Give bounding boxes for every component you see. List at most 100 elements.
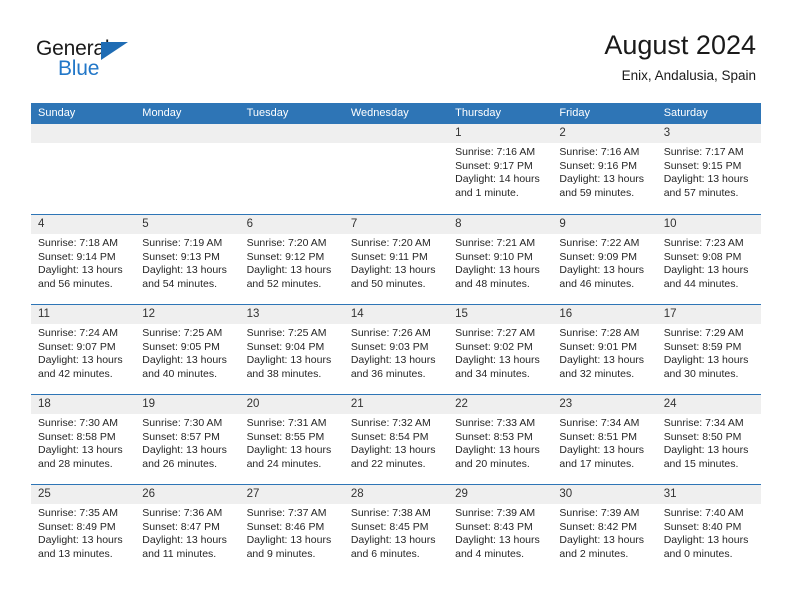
weekday-header-tuesday: Tuesday <box>246 107 289 119</box>
daylight-text-line1: Daylight: 13 hours <box>38 444 123 457</box>
calendar-day-cell[interactable]: 7 Sunrise: 7:20 AM Sunset: 9:11 PM Daylight… <box>343 215 449 304</box>
sunrise-text: Sunrise: 7:32 AM <box>350 417 431 429</box>
calendar-day-cell[interactable]: 23 Sunrise: 7:34 AM Sunset: 8:51 PM Dayligh… <box>552 395 657 484</box>
calendar-day-cell[interactable]: 17 Sunrise: 7:29 AM Sunset: 8:59 PM Dayligh… <box>656 305 761 394</box>
sunrise-text: Sunrise: 7:28 AM <box>559 327 640 339</box>
sunrise-text: Sunrise: 7:31 AM <box>246 417 327 429</box>
daylight-text-line2: and 59 minutes. <box>559 186 635 199</box>
calendar-day-cell[interactable]: 9 Sunrise: 7:22 AM Sunset: 9:09 PM Daylight… <box>552 215 657 304</box>
calendar-day-cell[interactable]: 12 Sunrise: 7:25 AM Sunset: 9:05 PM Dayligh… <box>135 305 240 394</box>
daylight-text-line1: Daylight: 13 hours <box>246 444 332 457</box>
calendar-day-cell-empty <box>135 124 240 214</box>
calendar-day-cell[interactable]: 2 Sunrise: 7:16 AM Sunset: 9:16 PM Daylight… <box>552 124 657 214</box>
sunset-text: Sunset: 9:03 PM <box>350 340 429 353</box>
calendar-day-cell[interactable]: 13 Sunrise: 7:25 AM Sunset: 9:04 PM Dayligh… <box>239 305 344 394</box>
calendar-day-cell[interactable]: 4 Sunrise: 7:18 AM Sunset: 9:14 PM Daylight… <box>31 215 136 304</box>
weekday-header-friday: Friday <box>559 107 590 119</box>
sunset-text: Sunset: 9:02 PM <box>455 340 533 353</box>
calendar-day-cell[interactable]: 10 Sunrise: 7:23 AM Sunset: 9:08 PM Dayligh… <box>656 215 761 304</box>
daylight-text-line2: and 22 minutes. <box>350 457 426 470</box>
calendar-day-cell[interactable]: 24 Sunrise: 7:34 AM Sunset: 8:50 PM Dayligh… <box>656 395 761 484</box>
day-details: Sunrise: 7:34 AM Sunset: 8:50 PM Daylight:… <box>657 414 761 471</box>
calendar-day-cell[interactable]: 1 Sunrise: 7:16 AM Sunset: 9:17 PM Daylight… <box>448 124 553 214</box>
daylight-text-line2: and 36 minutes. <box>350 367 426 380</box>
calendar-day-cell[interactable]: 6 Sunrise: 7:20 AM Sunset: 9:12 PM Daylight… <box>239 215 344 304</box>
calendar-day-cell[interactable]: 28 Sunrise: 7:38 AM Sunset: 8:45 PM Dayligh… <box>343 485 449 574</box>
calendar-day-cell[interactable]: 3 Sunrise: 7:17 AM Sunset: 9:15 PM Daylight… <box>656 124 761 214</box>
sunset-text: Sunset: 8:50 PM <box>663 430 742 443</box>
daylight-text-line2: and 6 minutes. <box>350 547 420 560</box>
calendar-day-cell[interactable]: 19 Sunrise: 7:30 AM Sunset: 8:57 PM Dayligh… <box>135 395 240 484</box>
daylight-text-line2: and 42 minutes. <box>38 367 113 380</box>
daylight-text-line1: Daylight: 13 hours <box>142 264 227 277</box>
day-details: Sunrise: 7:40 AM Sunset: 8:40 PM Daylight:… <box>657 504 761 561</box>
daylight-text-line1: Daylight: 13 hours <box>455 354 540 367</box>
calendar-day-cell[interactable]: 20 Sunrise: 7:31 AM Sunset: 8:55 PM Dayligh… <box>239 395 344 484</box>
day-details: Sunrise: 7:19 AM Sunset: 9:13 PM Daylight:… <box>135 234 239 291</box>
day-number: 9 <box>552 215 657 234</box>
sunrise-text: Sunrise: 7:24 AM <box>38 327 118 339</box>
daylight-text-line2: and 50 minutes. <box>350 277 426 290</box>
calendar-day-cell[interactable]: 26 Sunrise: 7:36 AM Sunset: 8:47 PM Dayligh… <box>135 485 240 574</box>
calendar-day-cell[interactable]: 15 Sunrise: 7:27 AM Sunset: 9:02 PM Dayligh… <box>448 305 553 394</box>
daylight-text-line2: and 26 minutes. <box>142 457 217 470</box>
day-details: Sunrise: 7:23 AM Sunset: 9:08 PM Daylight:… <box>657 234 761 291</box>
day-details: Sunrise: 7:16 AM Sunset: 9:16 PM Daylight:… <box>552 143 656 200</box>
daylight-text-line1: Daylight: 13 hours <box>663 444 749 457</box>
day-details: Sunrise: 7:20 AM Sunset: 9:12 PM Daylight:… <box>240 234 344 291</box>
day-number: 23 <box>552 395 657 414</box>
day-number: 20 <box>239 395 344 414</box>
calendar-day-cell[interactable]: 18 Sunrise: 7:30 AM Sunset: 8:58 PM Dayligh… <box>31 395 136 484</box>
sunrise-text: Sunrise: 7:17 AM <box>663 146 744 158</box>
day-number: 6 <box>239 215 344 234</box>
sunrise-text: Sunrise: 7:25 AM <box>142 327 223 339</box>
sunset-text: Sunset: 8:46 PM <box>246 520 325 533</box>
daylight-text-line2: and 0 minutes. <box>663 547 733 560</box>
calendar-day-cell[interactable]: 14 Sunrise: 7:26 AM Sunset: 9:03 PM Dayligh… <box>343 305 449 394</box>
calendar-day-cell[interactable]: 16 Sunrise: 7:28 AM Sunset: 9:01 PM Dayligh… <box>552 305 657 394</box>
day-details: Sunrise: 7:37 AM Sunset: 8:46 PM Daylight:… <box>240 504 344 561</box>
day-number <box>239 124 344 143</box>
calendar-day-cell[interactable]: 25 Sunrise: 7:35 AM Sunset: 8:49 PM Dayligh… <box>31 485 136 574</box>
calendar-day-cell[interactable]: 11 Sunrise: 7:24 AM Sunset: 9:07 PM Dayligh… <box>31 305 136 394</box>
daylight-text-line1: Daylight: 13 hours <box>350 534 436 547</box>
sunset-text: Sunset: 9:17 PM <box>455 159 533 172</box>
day-details: Sunrise: 7:38 AM Sunset: 8:45 PM Daylight:… <box>344 504 448 561</box>
flag-triangle-icon <box>101 42 128 60</box>
day-number: 28 <box>343 485 449 504</box>
calendar-day-cell-empty <box>239 124 344 214</box>
sunset-text: Sunset: 9:10 PM <box>455 250 533 263</box>
sunrise-text: Sunrise: 7:36 AM <box>142 507 223 519</box>
day-details: Sunrise: 7:39 AM Sunset: 8:42 PM Daylight:… <box>552 504 656 561</box>
calendar-day-cell[interactable]: 21 Sunrise: 7:32 AM Sunset: 8:54 PM Dayligh… <box>343 395 449 484</box>
calendar-day-cell[interactable]: 8 Sunrise: 7:21 AM Sunset: 9:10 PM Daylight… <box>448 215 553 304</box>
day-details: Sunrise: 7:26 AM Sunset: 9:03 PM Daylight:… <box>344 324 448 381</box>
calendar-week-row: 18 Sunrise: 7:30 AM Sunset: 8:58 PM Dayligh… <box>31 394 761 484</box>
calendar-day-cell[interactable]: 5 Sunrise: 7:19 AM Sunset: 9:13 PM Daylight… <box>135 215 240 304</box>
calendar-day-cell[interactable]: 29 Sunrise: 7:39 AM Sunset: 8:43 PM Dayligh… <box>448 485 553 574</box>
sunrise-text: Sunrise: 7:39 AM <box>455 507 536 519</box>
calendar-week-row: 11 Sunrise: 7:24 AM Sunset: 9:07 PM Dayligh… <box>31 304 761 394</box>
brand-logo[interactable]: General Blue <box>36 37 236 87</box>
sunrise-text: Sunrise: 7:34 AM <box>559 417 640 429</box>
daylight-text-line1: Daylight: 13 hours <box>455 264 540 277</box>
daylight-text-line1: Daylight: 13 hours <box>246 534 332 547</box>
sunset-text: Sunset: 8:51 PM <box>559 430 638 443</box>
daylight-text-line1: Daylight: 13 hours <box>350 354 436 367</box>
sunrise-text: Sunrise: 7:29 AM <box>663 327 744 339</box>
calendar-day-cell[interactable]: 31 Sunrise: 7:40 AM Sunset: 8:40 PM Dayligh… <box>656 485 761 574</box>
sunset-text: Sunset: 8:47 PM <box>142 520 220 533</box>
weekday-header-monday: Monday <box>142 107 182 119</box>
day-details: Sunrise: 7:24 AM Sunset: 9:07 PM Daylight:… <box>31 324 135 381</box>
sunrise-text: Sunrise: 7:27 AM <box>455 327 536 339</box>
daylight-text-line2: and 9 minutes. <box>246 547 316 560</box>
calendar-day-cell[interactable]: 30 Sunrise: 7:39 AM Sunset: 8:42 PM Dayligh… <box>552 485 657 574</box>
sunrise-text: Sunrise: 7:39 AM <box>559 507 640 519</box>
day-details: Sunrise: 7:31 AM Sunset: 8:55 PM Daylight:… <box>240 414 344 471</box>
day-number: 29 <box>448 485 553 504</box>
calendar-day-cell[interactable]: 22 Sunrise: 7:33 AM Sunset: 8:53 PM Dayligh… <box>448 395 553 484</box>
day-details: Sunrise: 7:25 AM Sunset: 9:05 PM Daylight:… <box>135 324 239 381</box>
daylight-text-line2: and 54 minutes. <box>142 277 217 290</box>
sunset-text: Sunset: 9:16 PM <box>559 159 638 172</box>
calendar-day-cell[interactable]: 27 Sunrise: 7:37 AM Sunset: 8:46 PM Dayligh… <box>239 485 344 574</box>
